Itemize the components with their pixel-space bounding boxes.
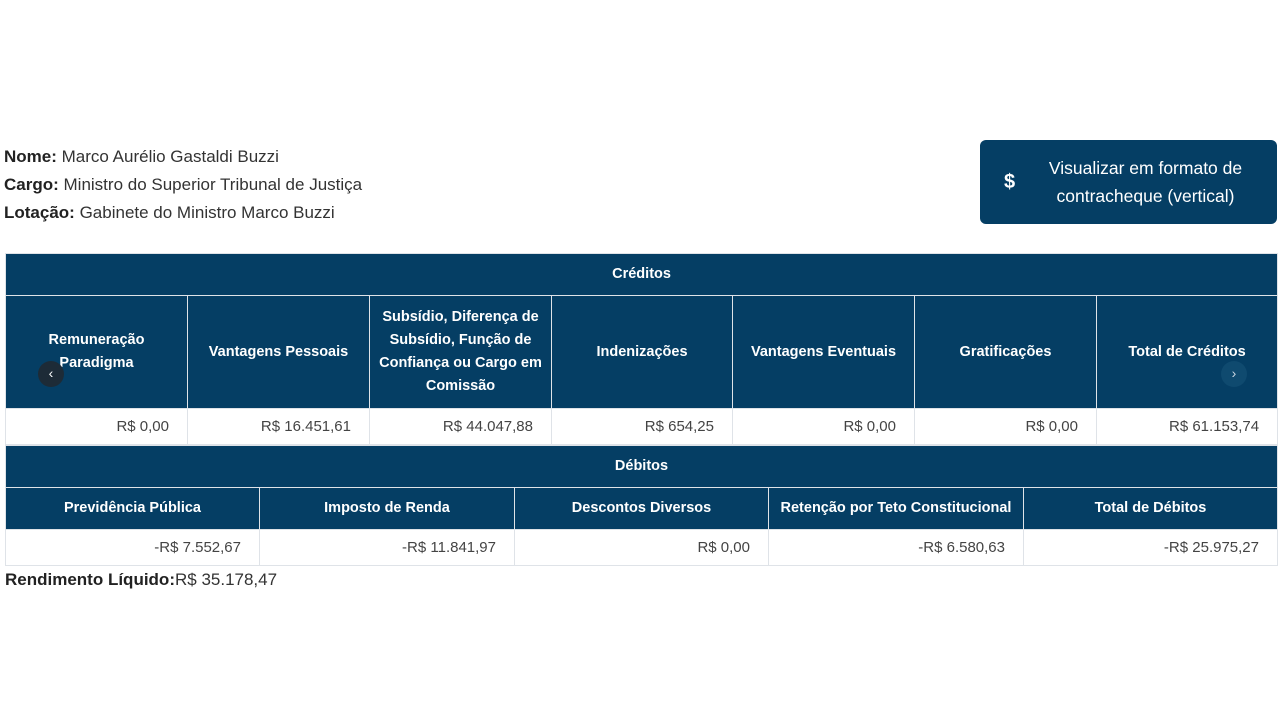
lotacao-label: Lotação: [4,203,75,222]
col-previdencia-publica: Previdência Pública [5,487,260,530]
debitos-table: Débitos Previdência Pública Imposto de R… [5,445,1278,566]
value-indenizacoes: R$ 654,25 [551,408,733,445]
col-retencao-teto: Retenção por Teto Constitucional [768,487,1024,530]
creditos-title: Créditos [4,253,1279,296]
cargo-value: Ministro do Superior Tribunal de Justiça [63,175,363,194]
cargo-row: Cargo: Ministro do Superior Tribunal de … [4,171,362,199]
view-paycheck-label: Visualizar em formato de contracheque (v… [1048,158,1243,206]
nome-value: Marco Aurélio Gastaldi Buzzi [61,147,279,166]
debitos-title: Débitos [5,445,1278,488]
col-vantagens-eventuais: Vantagens Eventuais [732,295,915,409]
value-remuneracao-paradigma: R$ 0,00 [5,408,188,445]
carousel-prev-button[interactable]: ‹ [38,361,64,387]
net-value: R$ 35.178,47 [174,570,278,589]
value-vantagens-eventuais: R$ 0,00 [732,408,915,445]
value-subsidio: R$ 44.047,88 [369,408,552,445]
nome-row: Nome: Marco Aurélio Gastaldi Buzzi [4,143,362,171]
value-total-debitos: -R$ 25.975,27 [1023,529,1278,566]
col-descontos-diversos: Descontos Diversos [514,487,769,530]
value-previdencia-publica: -R$ 7.552,67 [5,529,260,566]
col-subsidio: Subsídio, Diferença de Subsídio, Função … [369,295,552,409]
lotacao-value: Gabinete do Ministro Marco Buzzi [79,203,335,222]
net-label: Rendimento Líquido: [5,570,175,589]
lotacao-row: Lotação: Gabinete do Ministro Marco Buzz… [4,199,362,227]
col-gratificacoes: Gratificações [914,295,1097,409]
creditos-table: Créditos Remuneração Paradigma Vantagens… [4,253,1279,445]
value-gratificacoes: R$ 0,00 [914,408,1097,445]
col-remuneracao-paradigma: Remuneração Paradigma [5,295,188,409]
employee-info: Nome: Marco Aurélio Gastaldi Buzzi Cargo… [4,143,362,227]
dollar-icon: $ [1004,170,1016,193]
value-descontos-diversos: R$ 0,00 [514,529,769,566]
value-retencao-teto: -R$ 6.580,63 [768,529,1024,566]
debitos-values-row: -R$ 7.552,67 -R$ 11.841,97 R$ 0,00 -R$ 6… [5,529,1278,566]
value-vantagens-pessoais: R$ 16.451,61 [187,408,370,445]
col-indenizacoes: Indenizações [551,295,733,409]
col-total-debitos: Total de Débitos [1023,487,1278,530]
value-total-creditos: R$ 61.153,74 [1095,408,1279,445]
creditos-values-row: R$ 0,00 R$ 16.451,61 R$ 44.047,88 R$ 654… [5,408,1279,445]
cargo-label: Cargo: [4,175,59,194]
view-paycheck-button[interactable]: $ Visualizar em formato de contracheque … [980,140,1277,224]
col-imposto-de-renda: Imposto de Renda [259,487,515,530]
carousel-next-button[interactable]: › [1221,361,1247,387]
col-vantagens-pessoais: Vantagens Pessoais [187,295,370,409]
value-imposto-de-renda: -R$ 11.841,97 [259,529,515,566]
col-total-creditos: Total de Créditos [1095,295,1279,409]
rendimento-liquido: Rendimento Líquido:R$ 35.178,47 [5,567,277,593]
nome-label: Nome: [4,147,57,166]
